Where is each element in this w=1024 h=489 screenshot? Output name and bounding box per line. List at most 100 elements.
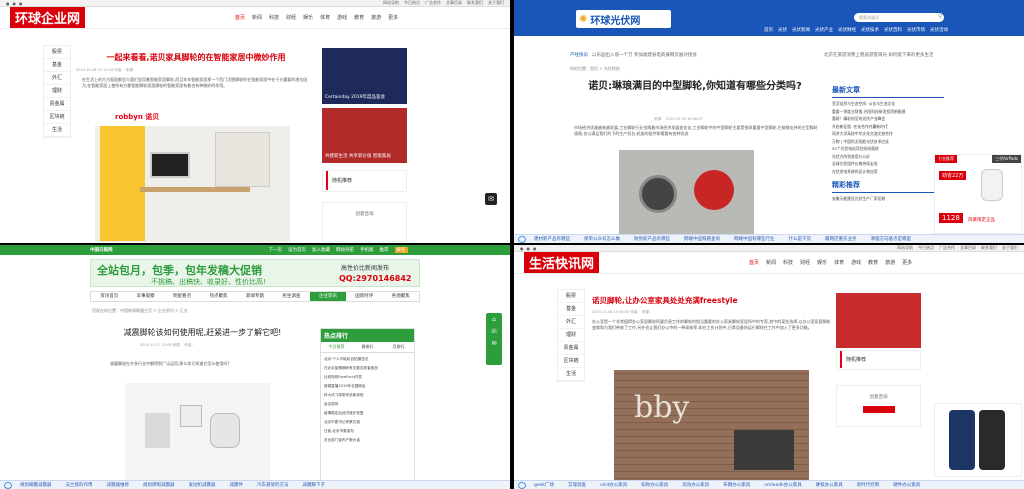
pv-nav-3[interactable]: 光伏产业 <box>815 27 833 33</box>
pv-nav-7[interactable]: 光伏市场 <box>907 27 925 33</box>
suggest-4[interactable]: 高效办公家具 <box>682 482 709 488</box>
hot-item[interactable]: 农业部门宣布产粮大省 <box>324 436 411 445</box>
topnav-1[interactable]: 设为首页 <box>288 247 306 253</box>
recommend-item[interactable]: 安徽天能建设光伏生产厂家初期 <box>832 196 944 202</box>
nav-game[interactable]: 游戏 <box>851 259 861 266</box>
channel-tab[interactable]: 各地聚焦 <box>383 292 419 301</box>
news-thumb-red[interactable] <box>836 293 921 348</box>
side-item-life[interactable]: 生活 <box>44 124 70 137</box>
nav-ent[interactable]: 娱乐 <box>303 14 313 21</box>
hot-item[interactable]: 新闻直播2019年全国两会 <box>324 382 411 391</box>
toplink-3[interactable]: 文章目录 <box>446 0 462 6</box>
suggest-0[interactable]: geek广场 <box>534 482 554 488</box>
promo-banner[interactable]: 全站包月，包季，包年发稿大促销 不挑稿、出稿快、收录好、性价比高! 高性价比新闻… <box>90 259 420 287</box>
site-logo[interactable]: 生活快讯网 <box>524 252 600 273</box>
side-item-blockchain[interactable]: 区块链 <box>44 111 70 124</box>
chat-icon[interactable]: ✉ <box>486 340 502 347</box>
news-thumb-1-title[interactable]: Certainday 2019年度品鉴会 <box>325 94 385 100</box>
hot-item[interactable]: 日前,北京市委宣布 <box>324 427 411 436</box>
side-item-finance[interactable]: 理财 <box>558 329 584 342</box>
nav-home[interactable]: 首页 <box>235 14 245 21</box>
pv-hot-right[interactable]: 北京在旅游消费上稳居游客目光 如何能下来的更多生活 <box>824 52 933 58</box>
wechat-icon[interactable]: ☏ <box>486 328 502 335</box>
suggest-1[interactable]: 法兰盘的作用 <box>66 482 93 488</box>
suggest-4[interactable]: 发动机减震器 <box>189 482 216 488</box>
channel-tab-active[interactable]: 企业资讯 <box>309 292 347 301</box>
suggest-1[interactable]: 艾瑞调查 <box>568 482 586 488</box>
toplink-5[interactable]: 关于我们 <box>1002 245 1018 251</box>
pv-nav-1[interactable]: 光伏 <box>778 27 787 33</box>
latest-item[interactable]: 全球光伏组件价格持续走低 <box>832 160 944 168</box>
hot-tab-month[interactable]: 月排行 <box>383 342 414 352</box>
search-icon[interactable]: ⚲ <box>938 13 942 20</box>
suggest-2[interactable]: 防伪新产品有哪些 <box>634 236 670 242</box>
hot-item[interactable]: 比较特别ForeFund开发 <box>324 373 411 382</box>
wechat-icon[interactable]: ● <box>527 246 531 251</box>
hot-item[interactable]: 会议现场 <box>324 400 411 409</box>
random-recommend-label[interactable]: 随机推荐 <box>326 171 406 190</box>
channel-tab[interactable]: 国际时评 <box>346 292 382 301</box>
topnav-4[interactable]: 手机版 <box>360 247 374 253</box>
nav-more[interactable]: 更多 <box>902 259 912 266</box>
toplink-1[interactable]: 今日热点 <box>404 0 420 6</box>
suggest-4[interactable]: 网端中国有哪些行业 <box>734 236 775 242</box>
hot-item[interactable]: 北京市委书记考察古城 <box>324 418 411 427</box>
side-item-stock[interactable]: 股票 <box>44 46 70 59</box>
news-thumb-1[interactable]: Certainday 2019年度品鉴会 <box>322 48 407 104</box>
side-item-metal[interactable]: 贵金属 <box>558 342 584 355</box>
channel-tab[interactable]: 民生调查 <box>273 292 309 301</box>
nav-tech[interactable]: 科技 <box>269 14 279 21</box>
side-item-fund[interactable]: 基金 <box>44 59 70 72</box>
qq-icon[interactable]: ● <box>533 246 537 251</box>
hot-item[interactable]: 北京:个人不能私自拍摄违法 <box>324 355 411 364</box>
nav-tech[interactable]: 科技 <box>783 259 793 266</box>
pv-nav-0[interactable]: 首页 <box>764 27 773 33</box>
suggest-0[interactable]: 规划脚震减震器 <box>20 482 52 488</box>
side-item-forex[interactable]: 外汇 <box>44 72 70 85</box>
latest-item[interactable]: 重要一季度业财报,光阳科技研发投资新能源 <box>832 108 944 116</box>
suggest-7[interactable]: 硬核办公家具 <box>816 482 843 488</box>
wechat-icon[interactable]: ● <box>13 1 17 6</box>
channel-tab[interactable]: 军事观察 <box>127 292 163 301</box>
side-item-forex[interactable]: 外汇 <box>558 316 584 329</box>
nav-game[interactable]: 游戏 <box>337 14 347 21</box>
suggest-3[interactable]: 网端中国铁路查询 <box>684 236 720 242</box>
news-thumb-2-title[interactable]: 共建新生活 共享新价值 智能家居 <box>325 153 391 159</box>
home-icon[interactable]: ⌂ <box>486 316 502 323</box>
side-item-stock[interactable]: 股票 <box>558 290 584 303</box>
nav-ent[interactable]: 娱乐 <box>817 259 827 266</box>
suggest-6[interactable]: nmleadk办公家具 <box>764 482 801 488</box>
random-recommend-label[interactable]: 随机推荐 <box>840 351 920 368</box>
pv-nav-6[interactable]: 光伏百科 <box>884 27 902 33</box>
nav-home[interactable]: 首页 <box>749 259 759 266</box>
pv-nav-5[interactable]: 光伏技术 <box>861 27 879 33</box>
suggest-7[interactable]: 减震脚下子 <box>303 482 326 488</box>
side-item-fund[interactable]: 基金 <box>558 303 584 316</box>
nav-sports[interactable]: 体育 <box>834 259 844 266</box>
nav-travel[interactable]: 旅游 <box>371 14 381 21</box>
nav-news[interactable]: 新闻 <box>252 14 262 21</box>
nav-finance[interactable]: 财经 <box>800 259 810 266</box>
suggest-1[interactable]: 保单公众号怎么做 <box>584 236 620 242</box>
nav-more[interactable]: 更多 <box>388 14 398 21</box>
hot-item[interactable]: 在北京疫情期间有无数志愿者奋战 <box>324 364 411 373</box>
suggest-0[interactable]: 建材新产品有哪些 <box>534 236 570 242</box>
toplink-2[interactable]: 广告合作 <box>939 245 955 251</box>
toplink-4[interactable]: 联系我们 <box>467 0 483 6</box>
suggest-7[interactable]: 清理方向基点是哪里 <box>871 236 912 242</box>
toplink-0[interactable]: 网站导航 <box>897 245 913 251</box>
side-item-blockchain[interactable]: 区块链 <box>558 355 584 368</box>
hot-tab-today[interactable]: 今日推荐 <box>321 342 352 352</box>
latest-item[interactable]: 光伏方阵到底用什么好 <box>832 153 944 161</box>
suggest-3[interactable]: 知你办公家具 <box>641 482 668 488</box>
suggest-2[interactable]: 减震器维修 <box>107 482 130 488</box>
pv-nav-4[interactable]: 光伏财经 <box>838 27 856 33</box>
latest-item[interactable]: 光伏发电系统的设计和应用 <box>832 168 944 176</box>
latest-item[interactable]: 万物 | 中国的太阳能光伏技术应该 <box>832 138 944 146</box>
topnav-6[interactable]: 报名 <box>394 247 408 253</box>
latest-item[interactable]: 开启新征程: 在化合作共赢新时代 <box>832 123 944 131</box>
phone-ad[interactable] <box>934 403 1022 477</box>
weibo-icon[interactable]: ● <box>520 246 524 251</box>
search-logo-icon[interactable] <box>4 481 12 489</box>
nav-news[interactable]: 新闻 <box>766 259 776 266</box>
